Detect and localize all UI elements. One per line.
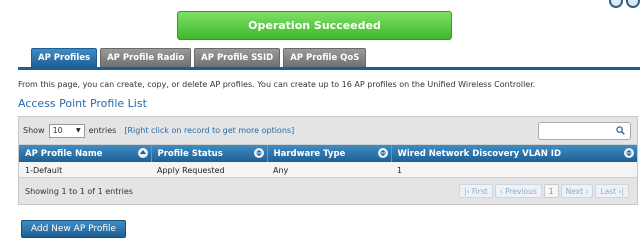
- search-input[interactable]: [538, 122, 631, 140]
- column-header-hardware-type[interactable]: Hardware Type: [267, 145, 392, 162]
- profile-table: AP Profile Name Profile Status Hardware …: [19, 145, 637, 179]
- pagination: |‹ First ‹ Previous 1 Next › Last ›|: [458, 184, 629, 198]
- grid-toolbar: Show 10 ▼ entries [Right click on record…: [19, 117, 637, 145]
- logout-icon[interactable]: [626, 0, 640, 8]
- column-header-profile-status[interactable]: Profile Status: [151, 145, 268, 162]
- help-icon[interactable]: [609, 0, 623, 8]
- sort-icon[interactable]: [377, 148, 388, 158]
- search-icon: [616, 126, 625, 135]
- page-description: From this page, you can create, copy, or…: [18, 80, 536, 89]
- page-size-select[interactable]: 10 ▼: [48, 123, 85, 138]
- first-page-button[interactable]: |‹ First: [458, 184, 493, 198]
- chevron-down-icon: ▼: [75, 127, 81, 134]
- entries-label: entries: [88, 126, 117, 135]
- tab-ap-profile-ssid[interactable]: AP Profile SSID: [194, 48, 281, 67]
- success-banner: Operation Succeeded: [177, 11, 452, 40]
- tab-ap-profile-qos[interactable]: AP Profile QoS: [283, 48, 367, 67]
- tab-ap-profiles[interactable]: AP Profiles: [31, 48, 98, 67]
- sort-icon[interactable]: [137, 148, 148, 158]
- tab-bar: AP Profiles AP Profile Radio AP Profile …: [31, 48, 367, 67]
- last-page-button[interactable]: Last ›|: [595, 184, 629, 198]
- tab-ap-profile-radio[interactable]: AP Profile Radio: [100, 48, 192, 67]
- show-label: Show: [23, 126, 45, 135]
- next-page-button[interactable]: Next ›: [560, 184, 594, 198]
- column-header-vlan-id[interactable]: Wired Network Discovery VLAN ID: [391, 145, 637, 162]
- right-click-hint: [Right click on record to get more optio…: [124, 126, 295, 135]
- grid-footer: Showing 1 to 1 of 1 entries |‹ First ‹ P…: [19, 177, 637, 204]
- corner-icons: [609, 0, 640, 8]
- current-page-button[interactable]: 1: [543, 184, 559, 198]
- profile-grid: Show 10 ▼ entries [Right click on record…: [18, 116, 638, 205]
- sort-icon[interactable]: [253, 148, 264, 158]
- tab-underline: [18, 67, 640, 70]
- list-title: Access Point Profile List: [18, 97, 147, 110]
- entries-info: Showing 1 to 1 of 1 entries: [25, 186, 133, 196]
- column-header-ap-profile-name[interactable]: AP Profile Name: [19, 145, 152, 162]
- sort-icon[interactable]: [624, 148, 634, 158]
- page-size-value: 10: [52, 126, 63, 135]
- banner-message: Operation Succeeded: [248, 19, 381, 32]
- table-header-row: AP Profile Name Profile Status Hardware …: [19, 145, 637, 162]
- add-new-ap-profile-button[interactable]: Add New AP Profile: [21, 220, 126, 238]
- previous-page-button[interactable]: ‹ Previous: [494, 184, 542, 198]
